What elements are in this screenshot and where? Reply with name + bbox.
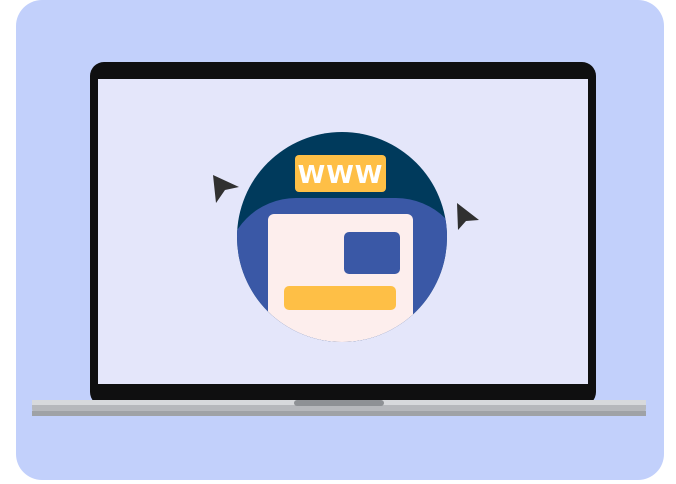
illustration-card: WWW xyxy=(16,0,664,480)
laptop-notch xyxy=(294,400,384,406)
www-badge-label: WWW xyxy=(298,160,384,189)
laptop-base-shadow xyxy=(32,411,646,416)
image-block-icon xyxy=(344,232,400,274)
laptop-website-illustration: WWW xyxy=(16,0,664,480)
text-bar xyxy=(284,286,396,310)
